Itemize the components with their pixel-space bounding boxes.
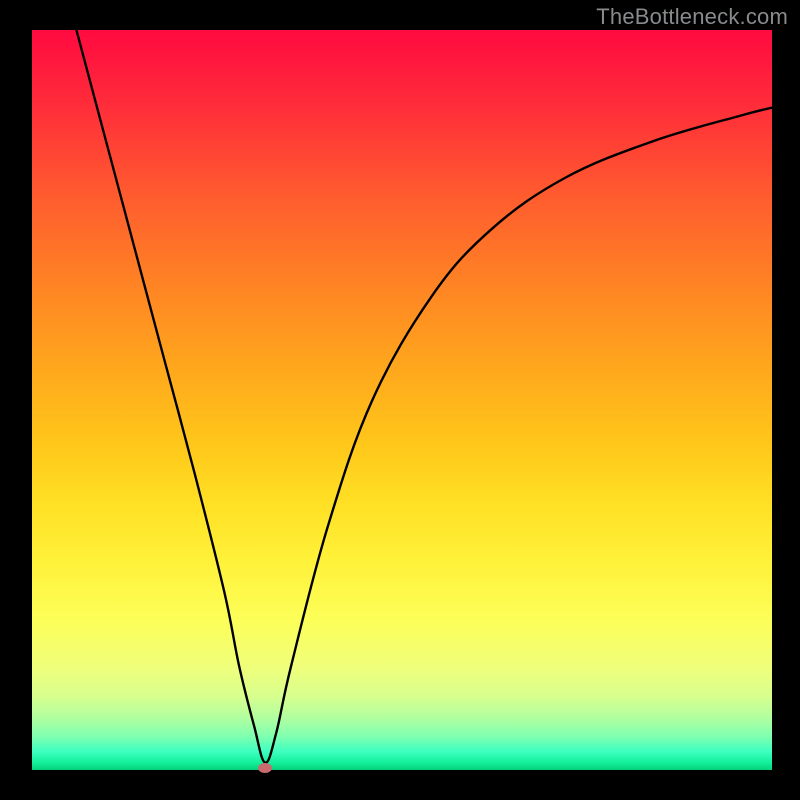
minimum-marker xyxy=(258,763,272,773)
plot-area xyxy=(32,30,772,770)
chart-frame: TheBottleneck.com xyxy=(0,0,800,800)
curve-layer xyxy=(32,30,772,770)
bottleneck-curve xyxy=(76,30,772,763)
watermark-text: TheBottleneck.com xyxy=(596,4,788,30)
